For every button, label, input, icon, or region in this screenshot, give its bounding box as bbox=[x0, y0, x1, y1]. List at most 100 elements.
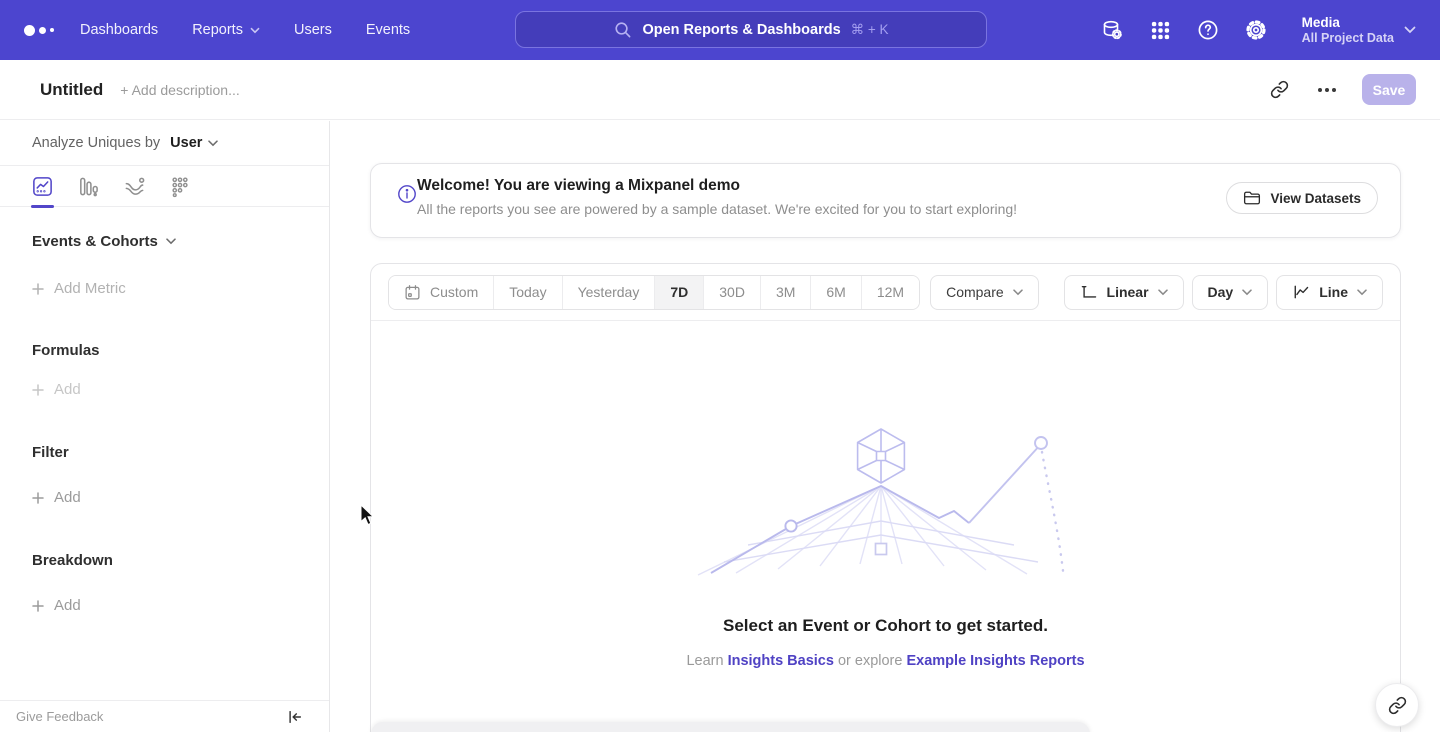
chevron-down-icon bbox=[166, 238, 176, 245]
search-placeholder: Open Reports & Dashboards bbox=[642, 22, 840, 38]
nav-item-users[interactable]: Users bbox=[294, 22, 332, 38]
give-feedback-link[interactable]: Give Feedback bbox=[16, 709, 103, 724]
metric-type-tabs bbox=[0, 166, 329, 207]
range-label: Custom bbox=[430, 284, 478, 300]
welcome-banner: Welcome! You are viewing a Mixpanel demo… bbox=[370, 163, 1401, 238]
collapse-sidebar-icon[interactable] bbox=[287, 709, 303, 725]
compare-dropdown[interactable]: Compare bbox=[930, 275, 1039, 310]
bars-icon[interactable] bbox=[76, 174, 100, 198]
analyze-row: Analyze Uniques by User bbox=[0, 121, 329, 166]
add-description-field[interactable]: + Add description... bbox=[120, 82, 239, 98]
query-builder-sidebar: Analyze Uniques by User bbox=[0, 121, 330, 732]
interval-dropdown[interactable]: Day bbox=[1192, 275, 1269, 310]
plus-icon bbox=[32, 283, 44, 295]
add-label: Add bbox=[54, 381, 81, 398]
breakdown-label: Breakdown bbox=[32, 552, 113, 569]
search-input[interactable]: Open Reports & Dashboards ⌘ + K bbox=[515, 11, 987, 48]
folder-icon bbox=[1243, 190, 1261, 206]
chart-type-label: Line bbox=[1319, 284, 1348, 300]
logo-dot bbox=[39, 27, 46, 34]
flows-icon[interactable] bbox=[122, 174, 146, 198]
linear-scale-icon bbox=[1080, 283, 1098, 301]
gear-icon[interactable] bbox=[1244, 18, 1269, 43]
add-label: Add bbox=[54, 489, 81, 506]
add-metric-button[interactable]: Add Metric bbox=[32, 280, 329, 297]
report-header: Untitled + Add description... Save bbox=[0, 60, 1440, 120]
interval-label: Day bbox=[1208, 284, 1234, 300]
add-filter-button[interactable]: Add bbox=[32, 489, 329, 506]
mixpanel-insights-screen: Dashboards Reports Users Events Open Rep… bbox=[0, 0, 1440, 732]
analyze-by-dropdown[interactable]: User bbox=[170, 135, 218, 151]
view-datasets-label: View Datasets bbox=[1270, 191, 1361, 206]
or-explore-text: or explore bbox=[838, 653, 902, 669]
filter-section: Filter Add bbox=[0, 444, 329, 506]
apps-grid-icon[interactable] bbox=[1148, 18, 1173, 43]
help-icon[interactable] bbox=[1196, 18, 1221, 43]
project-switcher[interactable]: Media All Project Data bbox=[1302, 14, 1416, 46]
nav-item-dashboards[interactable]: Dashboards bbox=[80, 22, 158, 38]
copy-link-icon[interactable] bbox=[1266, 77, 1292, 103]
range-label: 3M bbox=[776, 284, 795, 300]
chevron-down-icon bbox=[1158, 289, 1168, 296]
compare-label: Compare bbox=[946, 284, 1004, 300]
add-formula-button[interactable]: Add bbox=[32, 381, 329, 398]
learn-text: Learn bbox=[686, 653, 723, 669]
range-3m[interactable]: 3M bbox=[761, 276, 811, 309]
add-breakdown-button[interactable]: Add bbox=[32, 597, 329, 614]
formulas-section: Formulas Add bbox=[0, 342, 329, 398]
range-6m[interactable]: 6M bbox=[811, 276, 861, 309]
breakdown-section: Breakdown Add bbox=[0, 552, 329, 614]
share-link-fab[interactable] bbox=[1375, 683, 1419, 727]
range-12m[interactable]: 12M bbox=[862, 276, 919, 309]
empty-state-illustration bbox=[696, 424, 1076, 580]
insights-basics-link[interactable]: Insights Basics bbox=[728, 653, 834, 669]
data-icon[interactable] bbox=[1100, 18, 1125, 43]
range-today[interactable]: Today bbox=[494, 276, 562, 309]
line-chart-icon bbox=[1292, 283, 1310, 301]
chart-type-dropdown[interactable]: Line bbox=[1276, 275, 1383, 310]
nav-right-group: Media All Project Data bbox=[1100, 0, 1440, 60]
project-scope: All Project Data bbox=[1302, 31, 1394, 46]
analyze-label: Analyze Uniques by bbox=[32, 135, 160, 151]
view-datasets-button[interactable]: View Datasets bbox=[1226, 182, 1378, 214]
range-yesterday[interactable]: Yesterday bbox=[563, 276, 656, 309]
chevron-down-icon bbox=[208, 140, 218, 147]
analyze-value: User bbox=[170, 135, 202, 151]
sidebar-footer: Give Feedback bbox=[0, 700, 329, 732]
chevron-down-icon bbox=[1242, 289, 1252, 296]
range-7d-selected[interactable]: 7D bbox=[655, 276, 704, 309]
events-cohorts-header[interactable]: Events & Cohorts bbox=[32, 233, 329, 250]
retention-icon[interactable] bbox=[168, 174, 192, 198]
chevron-down-icon bbox=[250, 27, 260, 34]
section-label: Events & Cohorts bbox=[32, 233, 158, 250]
chevron-down-icon bbox=[1013, 289, 1023, 296]
range-label: 6M bbox=[826, 284, 845, 300]
range-30d[interactable]: 30D bbox=[704, 276, 761, 309]
scale-label: Linear bbox=[1107, 284, 1149, 300]
logo-dot bbox=[24, 25, 35, 36]
empty-state-title: Select an Event or Cohort to get started… bbox=[371, 616, 1400, 636]
ellipsis-dots bbox=[1318, 88, 1336, 92]
report-title[interactable]: Untitled bbox=[40, 80, 103, 100]
scale-dropdown[interactable]: Linear bbox=[1064, 275, 1184, 310]
date-range-segmented-control: Custom Today Yesterday 7D 30D 3M 6M 12M bbox=[388, 275, 920, 310]
active-tab-indicator bbox=[31, 205, 54, 208]
insights-icon[interactable] bbox=[30, 174, 54, 198]
link-icon bbox=[1388, 696, 1407, 715]
events-cohorts-section: Events & Cohorts Add Metric bbox=[0, 233, 329, 297]
mixpanel-logo-icon[interactable] bbox=[24, 25, 68, 36]
chevron-down-icon bbox=[1404, 26, 1416, 34]
nav-items: Dashboards Reports Users Events bbox=[80, 22, 410, 38]
chart-toolbar: Custom Today Yesterday 7D 30D 3M 6M 12M … bbox=[371, 264, 1400, 321]
banner-title: Welcome! You are viewing a Mixpanel demo bbox=[417, 177, 740, 195]
nav-item-events[interactable]: Events bbox=[366, 22, 410, 38]
more-options-icon[interactable] bbox=[1314, 77, 1340, 103]
empty-state: Select an Event or Cohort to get started… bbox=[371, 424, 1400, 669]
nav-label: Reports bbox=[192, 22, 243, 38]
nav-item-reports[interactable]: Reports bbox=[192, 22, 260, 38]
add-label: Add bbox=[54, 597, 81, 614]
range-custom[interactable]: Custom bbox=[389, 276, 494, 309]
save-button[interactable]: Save bbox=[1362, 74, 1416, 105]
chart-display-controls: Linear Day Line bbox=[1064, 275, 1383, 310]
example-insights-reports-link[interactable]: Example Insights Reports bbox=[906, 653, 1084, 669]
